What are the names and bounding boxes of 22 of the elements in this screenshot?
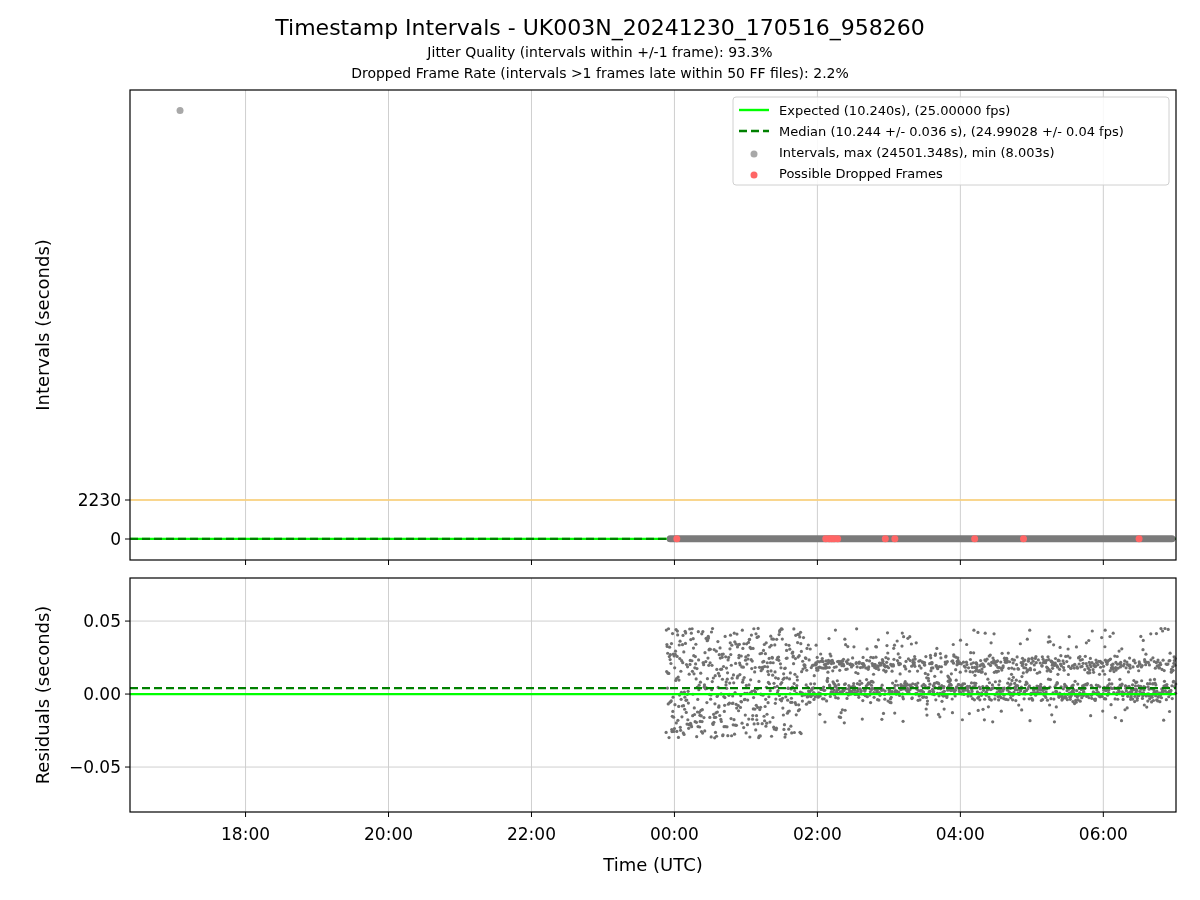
tick-label: 00:00 [649,824,699,844]
chart-subtitle: Dropped Frame Rate (intervals >1 frames late within 50 FF files): 2.2% [351,64,849,83]
tick-label: 0 [110,529,121,549]
tick-label: 0.05 [83,611,121,632]
axis-label: Intervals (seconds) [32,239,53,411]
chart-subtitle: Jitter Quality (intervals within +/-1 frame): 93.3% [427,43,773,62]
tick-label: 2230 [77,490,121,510]
chart-title: Timestamp Intervals - UK003N_20241230_170516_958260 [275,14,925,42]
tick-label: 06:00 [1078,824,1128,844]
tick-label: 0.00 [83,684,121,705]
legend-label: Possible Dropped Frames [779,166,943,181]
legend-label: Intervals, max (24501.348s), min (8.003s) [779,145,1055,160]
tick-label: 22:00 [507,824,556,844]
tick-label: −0.05 [68,757,121,778]
axis-label: Residuals (seconds) [32,605,53,785]
axis-label: Time (UTC) [603,854,703,875]
tick-label: 04:00 [935,824,985,844]
legend-label: Expected (10.240s), (25.00000 fps) [779,103,1011,118]
tick-label: 02:00 [792,824,842,844]
tick-label: 18:00 [221,824,271,844]
legend-label: Median (10.244 +/- 0.036 s), (24.99028 +/- 0.04 fps) [779,124,1124,139]
tick-label: 20:00 [364,824,413,844]
